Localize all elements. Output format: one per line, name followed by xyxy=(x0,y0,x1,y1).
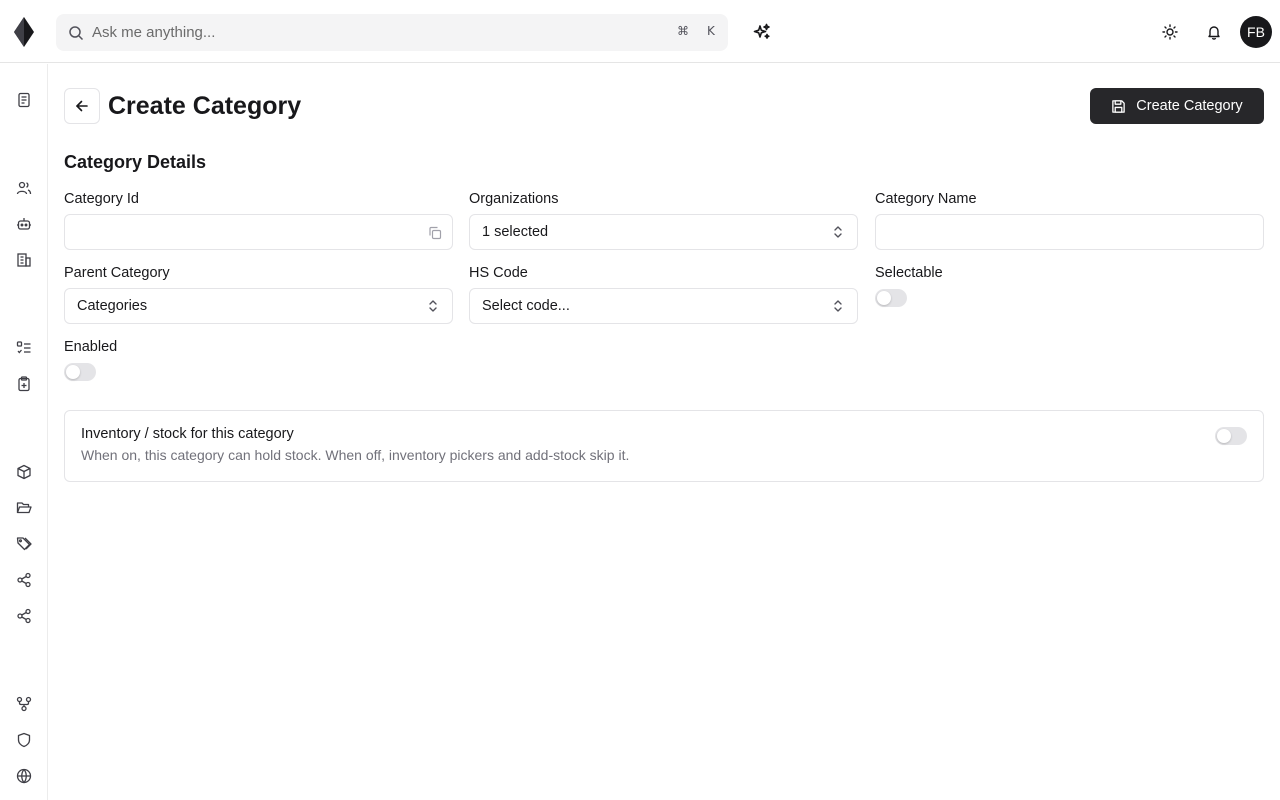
section-title: Category Details xyxy=(64,152,207,172)
arrow-left-icon xyxy=(76,100,88,112)
enabled-switch[interactable] xyxy=(64,363,96,381)
selectable-switch[interactable] xyxy=(875,289,907,307)
parent-category-select[interactable]: Categories xyxy=(64,288,453,324)
globe-icon xyxy=(16,768,32,784)
hs-code-value: Select code... xyxy=(482,298,570,314)
chevrons-up-down-icon xyxy=(834,300,842,312)
shortcut-cmd: ⌘ xyxy=(677,24,689,38)
sidebar-item-integrations[interactable] xyxy=(12,604,36,628)
organizations-value: 1 selected xyxy=(482,224,549,240)
category-id-input[interactable] xyxy=(65,215,452,249)
copy-icon[interactable] xyxy=(428,226,442,240)
hs-code-select[interactable]: Select code... xyxy=(469,288,858,324)
ai-assistant-button[interactable] xyxy=(748,18,776,46)
organizations-select[interactable]: 1 selected xyxy=(469,214,858,250)
category-name-input[interactable] xyxy=(876,215,1263,249)
clipboard-icon xyxy=(18,376,30,392)
bot-icon xyxy=(17,218,31,230)
inventory-switch[interactable] xyxy=(1215,427,1247,445)
sidebar-item-workflows[interactable] xyxy=(12,692,36,716)
theme-toggle-button[interactable] xyxy=(1158,20,1182,44)
switch-knob xyxy=(1217,429,1231,443)
notifications-button[interactable] xyxy=(1202,20,1226,44)
selectable-label: Selectable xyxy=(875,265,943,281)
sidebar-item-folders[interactable] xyxy=(12,496,36,520)
sidebar-item-bots[interactable] xyxy=(12,212,36,236)
sidebar-item-tasks[interactable] xyxy=(12,336,36,360)
parent-category-label: Parent Category xyxy=(64,265,170,281)
documents-icon xyxy=(18,92,30,108)
parent-category-value: Categories xyxy=(77,298,148,314)
sidebar-item-documents[interactable] xyxy=(12,88,36,112)
checklist-icon xyxy=(16,341,31,354)
create-category-label: Create Category xyxy=(1136,98,1243,114)
sidebar-item-users[interactable] xyxy=(12,176,36,200)
category-id-label: Category Id xyxy=(64,191,139,207)
chevrons-up-down-icon xyxy=(429,300,437,312)
category-name-label: Category Name xyxy=(875,191,977,207)
category-id-field xyxy=(64,214,453,250)
inventory-card: Inventory / stock for this category When… xyxy=(64,410,1264,482)
shield-icon xyxy=(17,732,31,748)
save-icon xyxy=(1112,99,1126,113)
folder-open-icon xyxy=(16,502,32,514)
tags-icon xyxy=(16,537,32,551)
search-bar[interactable]: ⌘ K xyxy=(56,14,728,51)
share-icon xyxy=(17,572,31,588)
inventory-title: Inventory / stock for this category xyxy=(81,426,294,442)
sidebar-item-buildings[interactable] xyxy=(12,248,36,272)
sparkles-icon xyxy=(753,23,770,39)
sun-icon xyxy=(1162,24,1178,40)
users-icon xyxy=(16,181,32,195)
shortcut-key: K xyxy=(707,24,715,38)
search-input[interactable] xyxy=(92,14,652,51)
organizations-label: Organizations xyxy=(469,191,559,207)
inventory-description: When on, this category can hold stock. W… xyxy=(81,447,630,463)
sidebar-item-packages[interactable] xyxy=(12,460,36,484)
user-avatar[interactable]: FB xyxy=(1240,16,1272,48)
page-title: Create Category xyxy=(108,92,302,120)
hs-code-label: HS Code xyxy=(469,265,528,281)
search-icon xyxy=(69,26,84,41)
workflow-icon xyxy=(16,696,32,712)
enabled-label: Enabled xyxy=(64,339,118,355)
sidebar-item-share[interactable] xyxy=(12,568,36,592)
share-alt-icon xyxy=(17,608,31,624)
sidebar-item-global[interactable] xyxy=(12,764,36,788)
sidebar-item-categories[interactable] xyxy=(12,532,36,556)
create-category-button[interactable]: Create Category xyxy=(1090,88,1264,124)
sidebar xyxy=(0,64,48,800)
top-bar: ⌘ K FB xyxy=(0,0,1280,63)
back-button[interactable] xyxy=(64,88,100,124)
package-icon xyxy=(17,464,31,480)
bell-icon xyxy=(1208,26,1220,40)
switch-knob xyxy=(877,291,891,305)
sidebar-item-clipboard[interactable] xyxy=(12,372,36,396)
category-name-field xyxy=(875,214,1264,250)
sidebar-item-security[interactable] xyxy=(12,728,36,752)
logo-icon[interactable] xyxy=(14,17,34,47)
building-icon xyxy=(17,253,31,267)
switch-knob xyxy=(66,365,80,379)
chevrons-up-down-icon xyxy=(834,226,842,238)
